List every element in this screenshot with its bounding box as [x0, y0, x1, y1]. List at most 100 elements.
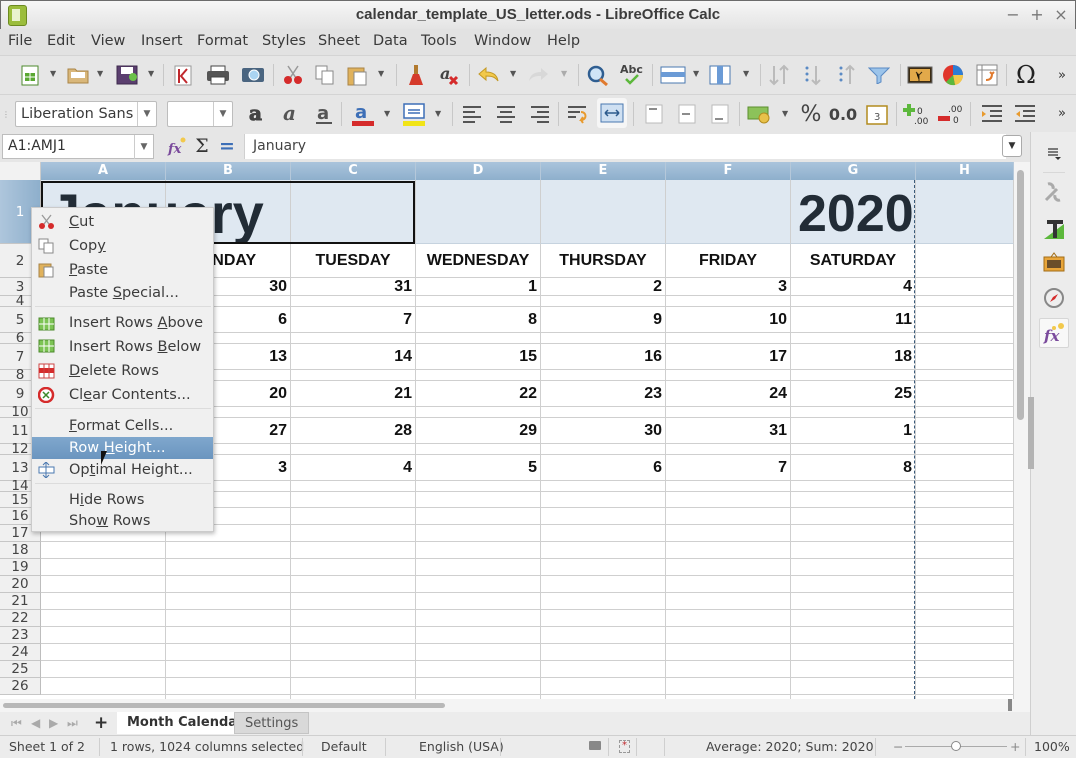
find-replace-icon[interactable] [585, 64, 611, 86]
weekday-header[interactable]: THURSDAY [541, 244, 666, 278]
empty-cell[interactable] [916, 627, 1014, 644]
align-left-icon[interactable] [460, 102, 484, 126]
day-cell[interactable]: 8 [791, 455, 916, 481]
spacer-cell[interactable] [541, 296, 666, 307]
spacer-cell[interactable] [791, 407, 916, 418]
empty-cell[interactable] [291, 593, 416, 610]
weekday-header[interactable]: SATURDAY [791, 244, 916, 278]
spacer-cell[interactable] [416, 444, 541, 455]
day-cell[interactable]: 31 [291, 278, 416, 296]
day-cell[interactable] [916, 278, 1014, 296]
selection-mode-icon[interactable] [589, 741, 601, 750]
empty-cell[interactable] [291, 542, 416, 559]
year-cell[interactable]: 2020 [798, 184, 914, 244]
day-cell[interactable]: 16 [541, 344, 666, 370]
highlight-dropdown-icon[interactable]: ▼ [435, 109, 441, 118]
cell-row1[interactable] [541, 180, 666, 244]
menu-sheet[interactable]: Sheet [318, 33, 360, 49]
save-icon[interactable] [115, 64, 139, 86]
copy-icon[interactable] [313, 64, 337, 86]
column-header-b[interactable]: B [166, 162, 291, 180]
empty-cell[interactable] [791, 678, 916, 695]
spacer-cell[interactable] [416, 296, 541, 307]
empty-cell[interactable] [41, 576, 166, 593]
spacer-cell[interactable] [541, 370, 666, 381]
empty-cell[interactable] [416, 508, 541, 525]
empty-cell[interactable] [916, 492, 1014, 508]
toolbar-grip-icon[interactable]: ⋮ [2, 105, 10, 123]
column-dropdown-icon[interactable]: ▼ [743, 69, 749, 78]
spacer-cell[interactable] [916, 296, 1014, 307]
day-cell[interactable]: 21 [291, 381, 416, 407]
formula-input[interactable]: January [244, 134, 1006, 159]
day-cell[interactable] [916, 307, 1014, 333]
spacer-cell[interactable] [666, 444, 791, 455]
day-cell[interactable]: 4 [791, 278, 916, 296]
menu-view[interactable]: View [91, 33, 125, 49]
row-header-21[interactable]: 21 [0, 593, 41, 610]
empty-cell[interactable] [916, 610, 1014, 627]
menu-styles[interactable]: Styles [262, 33, 306, 49]
empty-cell[interactable] [291, 576, 416, 593]
spacer-cell[interactable] [666, 370, 791, 381]
empty-cell[interactable] [166, 576, 291, 593]
spelling-icon[interactable]: Abc [619, 62, 645, 86]
spacer-cell[interactable] [791, 444, 916, 455]
navigator-icon[interactable] [1042, 286, 1066, 310]
sidebar-collapse-handle[interactable] [1028, 397, 1034, 469]
menu-item-insert-rows-below[interactable]: Insert Rows Below [32, 336, 213, 358]
maximize-button[interactable]: + [1028, 5, 1046, 24]
menu-item-optimal-height[interactable]: Optimal Height... [32, 459, 213, 481]
empty-cell[interactable] [916, 593, 1014, 610]
empty-cell[interactable] [791, 610, 916, 627]
empty-cell[interactable] [291, 610, 416, 627]
empty-cell[interactable] [41, 678, 166, 695]
menu-file[interactable]: File [8, 33, 32, 49]
date-format-icon[interactable]: 3 [864, 102, 890, 126]
delete-decimal-icon[interactable]: .00 0 [936, 100, 964, 128]
spacer-cell[interactable] [541, 481, 666, 492]
day-cell[interactable]: 22 [416, 381, 541, 407]
font-color-icon[interactable]: a [349, 100, 377, 128]
align-bottom-icon[interactable] [708, 102, 732, 126]
redo-icon[interactable] [525, 64, 551, 86]
menu-edit[interactable]: Edit [47, 33, 75, 49]
empty-cell[interactable] [666, 525, 791, 542]
more-toolbar-icon[interactable]: » [1054, 66, 1070, 84]
column-header-c[interactable]: C [291, 162, 416, 180]
document-modified-icon[interactable]: * [619, 740, 630, 753]
empty-cell[interactable] [166, 644, 291, 661]
empty-cell[interactable] [291, 508, 416, 525]
empty-cell[interactable] [166, 678, 291, 695]
spacer-cell[interactable] [791, 333, 916, 344]
percent-format-icon[interactable]: % [798, 100, 824, 128]
empty-cell[interactable] [791, 542, 916, 559]
spacer-cell[interactable] [916, 444, 1014, 455]
open-dropdown-icon[interactable]: ▼ [97, 69, 103, 78]
spacer-cell[interactable] [666, 481, 791, 492]
menu-window[interactable]: Window [474, 33, 531, 49]
day-cell[interactable]: 3 [666, 278, 791, 296]
spacer-cell[interactable] [791, 296, 916, 307]
empty-cell[interactable] [791, 644, 916, 661]
name-box-dropdown-icon[interactable]: ▼ [134, 135, 153, 159]
add-sheet-button[interactable]: + [94, 713, 108, 733]
day-cell[interactable]: 18 [791, 344, 916, 370]
empty-cell[interactable] [416, 661, 541, 678]
previous-sheet-icon[interactable]: ◀ [31, 716, 40, 730]
sort-icon[interactable] [766, 64, 792, 86]
undo-dropdown-icon[interactable]: ▼ [510, 69, 516, 78]
wrap-text-icon[interactable] [566, 102, 592, 126]
day-cell[interactable]: 24 [666, 381, 791, 407]
spacer-cell[interactable] [416, 370, 541, 381]
sum-icon[interactable]: Σ [192, 135, 212, 157]
horizontal-scrollbar[interactable] [0, 699, 1030, 712]
spacer-cell[interactable] [291, 407, 416, 418]
empty-cell[interactable] [666, 610, 791, 627]
empty-cell[interactable] [416, 542, 541, 559]
spacer-cell[interactable] [666, 407, 791, 418]
sort-ascending-icon[interactable] [834, 64, 860, 86]
empty-cell[interactable] [541, 492, 666, 508]
menu-item-copy[interactable]: Copy [32, 235, 213, 257]
empty-cell[interactable] [541, 661, 666, 678]
